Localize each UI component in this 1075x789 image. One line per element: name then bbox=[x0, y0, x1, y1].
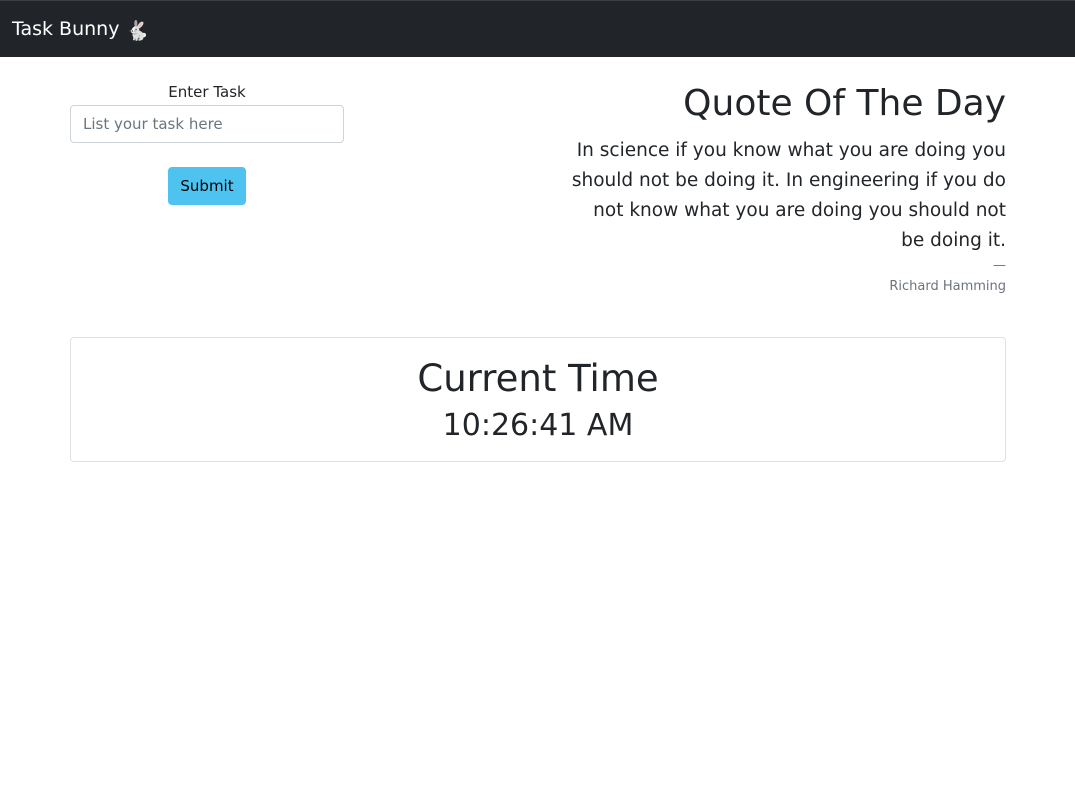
brand-link[interactable]: Task Bunny 🐇 bbox=[12, 17, 149, 43]
current-time-card: Current Time 10:26:41 AM bbox=[70, 337, 1006, 462]
top-navbar: Task Bunny 🐇 bbox=[0, 0, 1075, 57]
quote-of-the-day: Quote Of The Day In science if you know … bbox=[566, 80, 1006, 296]
quote-text: In science if you know what you are doin… bbox=[571, 140, 1006, 251]
task-form: Enter Task Submit bbox=[70, 82, 344, 205]
quote-dash: — bbox=[993, 258, 1006, 273]
current-time-title: Current Time bbox=[417, 357, 659, 400]
submit-button[interactable]: Submit bbox=[168, 167, 246, 205]
rabbit-icon: 🐇 bbox=[125, 20, 150, 42]
task-label: Enter Task bbox=[168, 83, 246, 101]
current-time-value: 10:26:41 AM bbox=[442, 408, 634, 443]
quote-title: Quote Of The Day bbox=[683, 83, 1006, 124]
brand-name: Task Bunny bbox=[12, 18, 120, 40]
quote-author: Richard Hamming bbox=[889, 279, 1006, 294]
task-input[interactable] bbox=[70, 105, 344, 143]
